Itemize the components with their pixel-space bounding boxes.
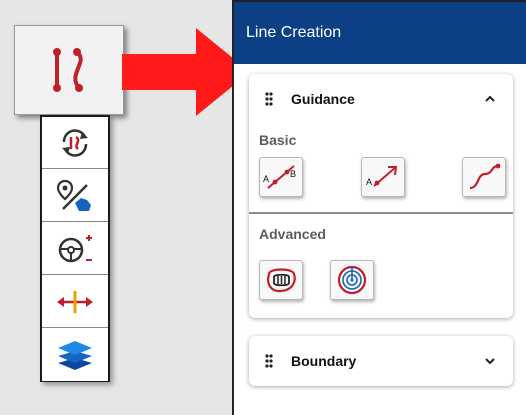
curve-line-icon	[469, 163, 501, 190]
line-creation-panel: Line Creation Guidance Basic A B A Advan…	[232, 0, 526, 415]
headland-icon	[267, 268, 296, 293]
ab-line-icon: A B	[263, 165, 296, 189]
advanced-section-label: Advanced	[259, 226, 326, 242]
panel-header: Line Creation	[234, 2, 526, 64]
sync-icon	[62, 128, 88, 157]
line-creation-icon	[53, 48, 83, 92]
layers-tool-button[interactable]	[42, 329, 108, 381]
width-adjust-tool-button[interactable]	[42, 276, 108, 328]
pivot-icon	[337, 265, 367, 295]
boundary-header[interactable]: Boundary	[249, 336, 513, 386]
drag-handle-icon[interactable]	[265, 92, 273, 106]
heading-label-a: A	[366, 177, 372, 187]
drag-handle-icon[interactable]	[265, 354, 273, 368]
steering-offset-tool-button[interactable]	[42, 223, 108, 275]
tool-strip	[40, 115, 110, 382]
basic-section-label: Basic	[259, 132, 297, 148]
layers-icon	[58, 341, 92, 370]
guidance-title: Guidance	[291, 91, 355, 107]
chevron-up-icon[interactable]	[483, 92, 497, 106]
pivot-button[interactable]	[330, 260, 374, 300]
sync-tool-button[interactable]	[42, 117, 108, 169]
steering-offset-icon	[58, 234, 92, 262]
guidance-header[interactable]: Guidance	[249, 74, 513, 124]
ab-label-a: A	[263, 174, 269, 184]
boundary-card: Boundary	[249, 336, 513, 386]
field-location-tool-button[interactable]	[42, 170, 108, 222]
panel-title: Line Creation	[246, 24, 342, 41]
line-creation-tool-button[interactable]	[14, 25, 124, 115]
headland-button[interactable]	[259, 260, 303, 300]
ab-line-button[interactable]: A B	[259, 157, 303, 197]
guidance-card: Guidance Basic A B A Advanced	[249, 74, 513, 318]
curve-line-button[interactable]	[462, 157, 506, 197]
section-divider	[249, 212, 513, 214]
width-adjust-icon	[57, 290, 93, 313]
ab-label-b: B	[290, 169, 296, 179]
boundary-title: Boundary	[291, 353, 357, 369]
a-plus-heading-button[interactable]: A	[361, 157, 405, 197]
location-field-icon	[57, 179, 91, 211]
chevron-down-icon[interactable]	[483, 354, 497, 368]
a-plus-heading-icon: A	[366, 166, 398, 187]
